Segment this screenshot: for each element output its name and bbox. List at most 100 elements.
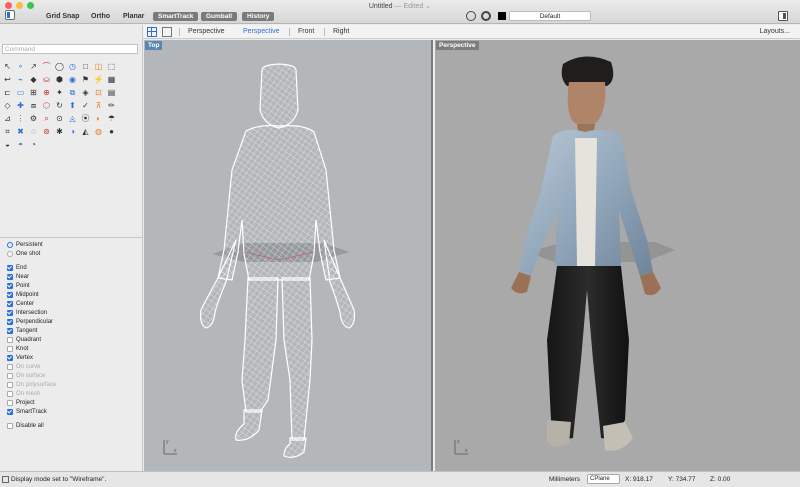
smarttrack-toggle[interactable]: SmartTrack [153, 12, 199, 21]
tool-icon[interactable]: ◌ [27, 125, 40, 138]
layouts-menu[interactable]: Layouts... [760, 28, 790, 35]
ortho-toggle[interactable]: Ortho [91, 13, 110, 20]
history-toggle[interactable]: History [242, 12, 275, 21]
tool-icon[interactable]: ◬ [66, 112, 79, 125]
tab-perspective[interactable]: Perspective [188, 28, 225, 35]
osnap-item[interactable]: On polysurface [7, 380, 56, 389]
osnap-item[interactable]: On curve [7, 362, 56, 371]
single-view-layout-icon[interactable] [162, 27, 172, 37]
tool-icon[interactable]: ◔ [27, 138, 40, 151]
perspective-viewport[interactable]: Perspective z x [435, 40, 800, 471]
tool-icon[interactable]: ◭ [79, 125, 92, 138]
tool-icon[interactable]: ◇ [1, 99, 14, 112]
tool-icon[interactable]: ⊞ [27, 86, 40, 99]
tool-icon[interactable]: ⧈ [27, 99, 40, 112]
disable-all-option[interactable]: Disable all [7, 421, 56, 430]
panels-toggle-icon[interactable] [778, 11, 788, 21]
four-view-layout-icon[interactable] [147, 27, 157, 37]
tool-icon[interactable]: ⌒ [40, 60, 53, 73]
osnap-item[interactable]: Midpoint [7, 290, 56, 299]
tool-icon[interactable]: ✏ [105, 99, 118, 112]
tool-icon[interactable]: ⊡ [92, 86, 105, 99]
tool-icon[interactable]: ⬆ [66, 99, 79, 112]
tool-icon[interactable]: ⌁ [14, 73, 27, 86]
osnap-item[interactable]: SmartTrack [7, 407, 56, 416]
tool-icon[interactable]: ✦ [53, 86, 66, 99]
grid-snap-toggle[interactable]: Grid Snap [46, 13, 79, 20]
gumball-toggle[interactable]: Gumball [201, 12, 238, 21]
osnap-item[interactable]: On surface [7, 371, 56, 380]
tool-icon[interactable]: ⦿ [79, 112, 92, 125]
tool-icon[interactable]: ↖ [1, 60, 14, 73]
osnap-item[interactable]: On mesh [7, 389, 56, 398]
osnap-item[interactable]: End [7, 263, 56, 272]
tool-icon[interactable]: ◉ [66, 73, 79, 86]
tool-icon[interactable]: ⌕ [40, 112, 53, 125]
tool-icon[interactable]: ◒ [1, 138, 14, 151]
tool-icon[interactable]: ⚡ [92, 73, 105, 86]
tool-icon[interactable]: ▦ [105, 73, 118, 86]
osnap-item[interactable]: Tangent [7, 326, 56, 335]
tool-icon[interactable]: ◑ [66, 125, 79, 138]
osnap-item[interactable]: Quadrant [7, 335, 56, 344]
top-viewport[interactable]: Top y x [144, 40, 433, 471]
osnap-item[interactable]: Project [7, 398, 56, 407]
cplane-select[interactable]: CPlane [587, 474, 620, 484]
tool-icon[interactable]: ↻ [53, 99, 66, 112]
display-mode-select[interactable]: Default [509, 11, 591, 21]
osnap-item[interactable]: Knot [7, 344, 56, 353]
units-label[interactable]: Millimeters [549, 476, 580, 483]
planar-toggle[interactable]: Planar [123, 13, 144, 20]
tool-icon[interactable]: ◆ [27, 73, 40, 86]
tool-icon[interactable]: ⊚ [40, 125, 53, 138]
osnap-item[interactable]: Perpendicular [7, 317, 56, 326]
tool-icon[interactable]: ↩ [1, 73, 14, 86]
tool-icon[interactable]: ∘ [14, 60, 27, 73]
layer-color-swatch[interactable] [498, 12, 506, 20]
tool-icon[interactable]: ⚙ [27, 112, 40, 125]
tool-icon[interactable]: □ [79, 60, 92, 73]
viewport-label-top[interactable]: Top [145, 41, 163, 50]
tool-icon[interactable]: ✖ [14, 125, 27, 138]
viewport-label-perspective[interactable]: Perspective [436, 41, 479, 50]
osnap-mode-option[interactable]: One shot [7, 249, 56, 258]
tool-icon[interactable]: ⊏ [1, 86, 14, 99]
undo-view-icon[interactable] [466, 11, 476, 21]
osnap-item[interactable]: Vertex [7, 353, 56, 362]
tab-front[interactable]: Front [298, 28, 314, 35]
osnap-target-icon[interactable] [481, 11, 491, 21]
console-icon[interactable] [2, 476, 9, 483]
tool-icon[interactable]: ⛀ [40, 73, 53, 86]
tool-icon[interactable]: ☂ [105, 112, 118, 125]
tool-icon[interactable]: ◯ [53, 60, 66, 73]
tool-icon[interactable]: ⌗ [1, 125, 14, 138]
tool-icon[interactable]: ✚ [14, 99, 27, 112]
tool-icon[interactable]: ◈ [79, 86, 92, 99]
tool-icon[interactable]: ⬢ [53, 73, 66, 86]
tool-icon[interactable]: ⚑ [79, 73, 92, 86]
tool-icon[interactable]: ⊼ [92, 99, 105, 112]
tool-icon[interactable]: ⊿ [1, 112, 14, 125]
tool-icon[interactable]: ⊙ [53, 112, 66, 125]
tool-icon[interactable]: ⬡ [40, 99, 53, 112]
tool-icon[interactable]: ↗ [27, 60, 40, 73]
tab-perspective-active[interactable]: Perspective [243, 28, 280, 35]
tool-icon[interactable]: ● [105, 125, 118, 138]
command-input[interactable]: Command [2, 44, 138, 54]
osnap-item[interactable]: Near [7, 272, 56, 281]
tool-icon[interactable]: ◍ [92, 125, 105, 138]
tool-icon[interactable]: ◷ [66, 60, 79, 73]
tool-icon[interactable]: ⊕ [40, 86, 53, 99]
tab-right[interactable]: Right [333, 28, 349, 35]
tool-icon[interactable]: ▤ [105, 86, 118, 99]
osnap-mode-option[interactable]: Persistent [7, 240, 56, 249]
tool-icon[interactable]: ✓ [79, 99, 92, 112]
tool-icon[interactable]: ⧉ [66, 86, 79, 99]
tool-icon[interactable]: ◫ [92, 60, 105, 73]
tool-icon[interactable]: ⬚ [105, 60, 118, 73]
tool-icon[interactable]: ⋮ [14, 112, 27, 125]
tool-icon[interactable]: ▭ [14, 86, 27, 99]
osnap-item[interactable]: Center [7, 299, 56, 308]
osnap-item[interactable]: Point [7, 281, 56, 290]
tool-icon[interactable]: ✱ [53, 125, 66, 138]
